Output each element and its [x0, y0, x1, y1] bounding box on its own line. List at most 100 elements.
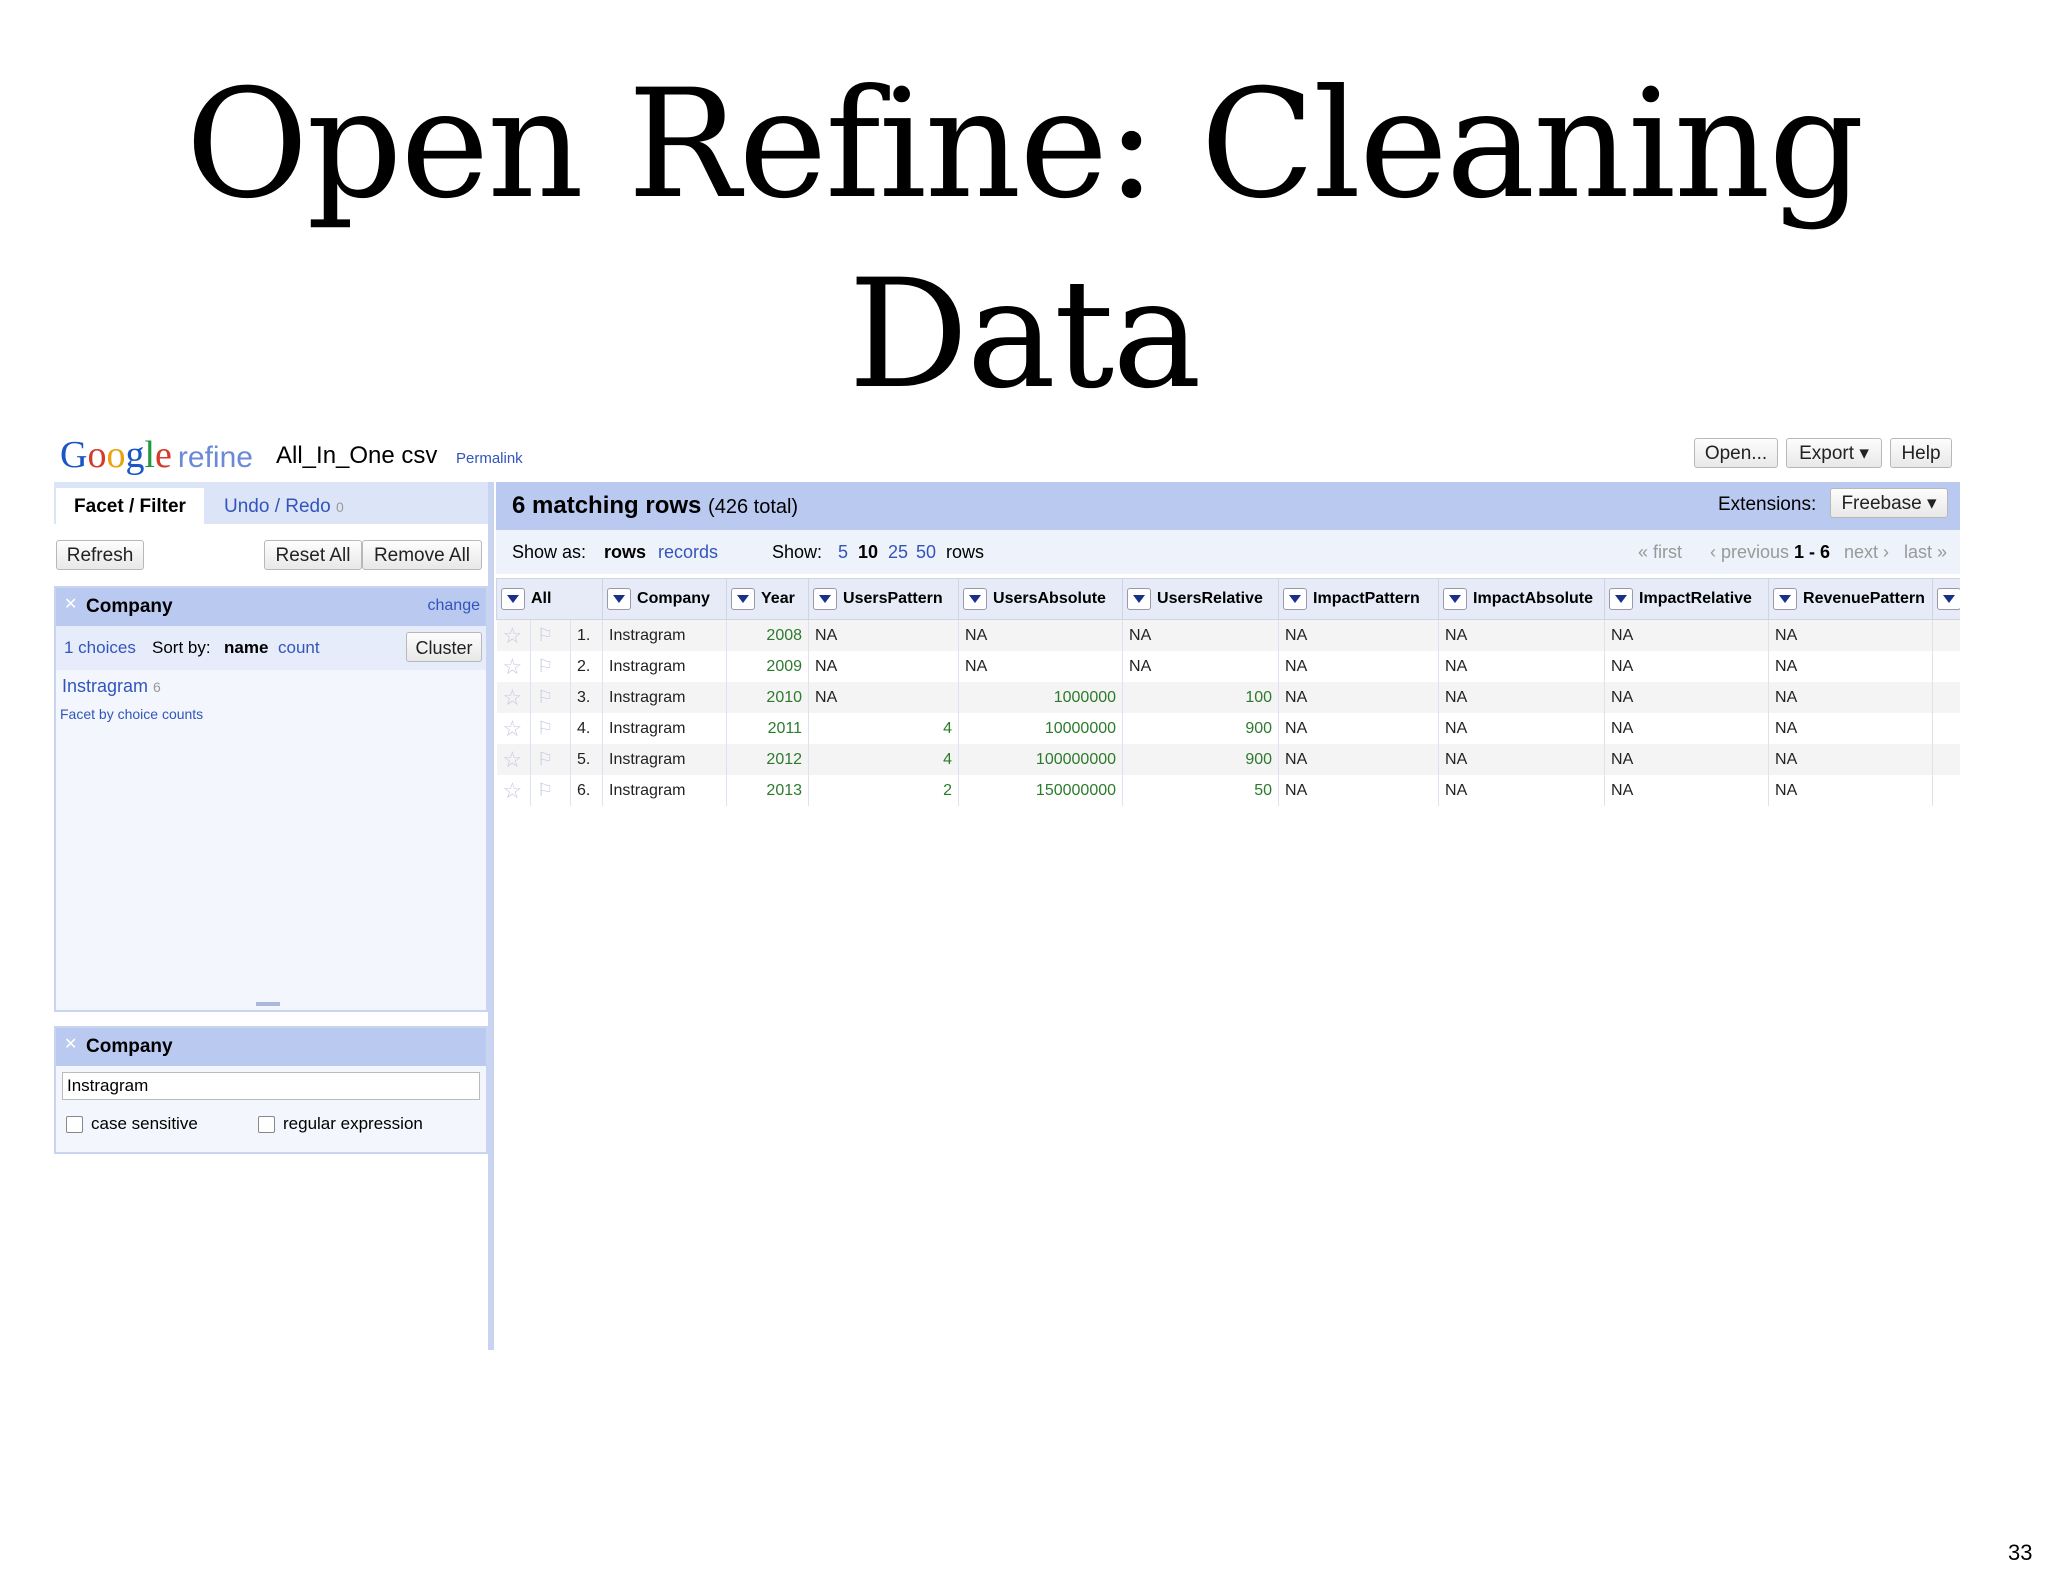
cell-impactabsolute[interactable]: NA [1438, 619, 1606, 651]
cell-impactrelative[interactable]: NA [1604, 713, 1770, 744]
column-menu-icon[interactable] [1283, 588, 1308, 610]
cell-revenuepattern[interactable]: NA [1768, 713, 1934, 744]
column-menu-icon[interactable] [1937, 588, 1960, 610]
reset-all-button[interactable]: Reset All [264, 540, 362, 570]
cell-usersrelative[interactable]: NA [1122, 619, 1280, 651]
cell-company[interactable]: Instragram [602, 651, 728, 682]
cell-impactrelative[interactable]: NA [1604, 619, 1770, 651]
page-size-25[interactable]: 25 [888, 542, 908, 563]
cell-company[interactable]: Instragram [602, 744, 728, 775]
column-menu-icon[interactable] [1443, 588, 1468, 610]
cell-usersrelative[interactable]: NA [1122, 651, 1280, 682]
page-size-50[interactable]: 50 [916, 542, 936, 563]
cell-company[interactable]: Instragram [602, 713, 728, 744]
flag-icon[interactable]: ⚐ [530, 775, 571, 806]
column-header-all[interactable]: All [495, 578, 604, 620]
flag-icon[interactable]: ⚐ [530, 682, 571, 713]
cell-usersabsolute[interactable]: 100000000 [958, 744, 1124, 775]
cell-year[interactable]: 2008 [726, 619, 810, 651]
column-header-usersabsolute[interactable]: UsersAbsolute [958, 578, 1124, 620]
sort-by-name[interactable]: name [224, 638, 268, 658]
cell-year[interactable]: 2009 [726, 651, 810, 682]
cell-year[interactable]: 2010 [726, 682, 810, 713]
column-menu-icon[interactable] [1609, 588, 1634, 610]
page-size-10[interactable]: 10 [858, 542, 878, 563]
column-menu-icon[interactable] [501, 588, 525, 610]
show-as-records[interactable]: records [658, 542, 718, 563]
text-facet-close-icon[interactable]: ✕ [64, 1028, 77, 1062]
cell-usersrelative[interactable]: 100 [1122, 682, 1280, 713]
table-row[interactable]: ☆ ⚐ 1. Instragram 2008 NA NA NA NA NA NA… [496, 619, 1960, 651]
table-row[interactable]: ☆ ⚐ 3. Instragram 2010 NA 1000000 100 NA… [496, 682, 1960, 713]
cell-userspattern[interactable]: NA [808, 651, 960, 682]
column-menu-icon[interactable] [963, 588, 988, 610]
pager-previous[interactable]: ‹ previous [1710, 542, 1789, 563]
flag-icon[interactable]: ⚐ [530, 744, 571, 775]
cell-revenuepattern[interactable]: NA [1768, 775, 1934, 806]
panel-divider[interactable] [488, 482, 494, 1350]
tab-undo-redo[interactable]: Undo / Redo 0 [224, 488, 344, 526]
freebase-button[interactable]: Freebase ▾ [1830, 488, 1948, 518]
cell-impactpattern[interactable]: NA [1278, 651, 1440, 682]
star-icon[interactable]: ☆ [496, 775, 531, 806]
column-header-overflow[interactable] [1932, 578, 1960, 620]
cell-impactpattern[interactable]: NA [1278, 619, 1440, 651]
column-header-usersrelative[interactable]: UsersRelative [1122, 578, 1280, 620]
text-facet-input[interactable] [62, 1072, 480, 1100]
facet-choice-item[interactable]: Instragram 6 [62, 676, 161, 697]
star-icon[interactable]: ☆ [496, 619, 531, 651]
cell-impactpattern[interactable]: NA [1278, 713, 1440, 744]
project-name[interactable]: All_In_One csv [276, 442, 437, 470]
column-header-impactrelative[interactable]: ImpactRelative [1604, 578, 1770, 620]
cell-revenuepattern[interactable]: NA [1768, 651, 1934, 682]
case-sensitive-checkbox[interactable] [66, 1116, 83, 1134]
cell-usersabsolute[interactable]: 1000000 [958, 682, 1124, 713]
help-button[interactable]: Help [1890, 438, 1952, 468]
cell-revenuepattern[interactable]: NA [1768, 744, 1934, 775]
column-menu-icon[interactable] [731, 588, 756, 610]
table-row[interactable]: ☆ ⚐ 2. Instragram 2009 NA NA NA NA NA NA… [496, 651, 1960, 682]
flag-icon[interactable]: ⚐ [530, 713, 571, 744]
permalink-link[interactable]: Permalink [456, 450, 523, 467]
cell-year[interactable]: 2013 [726, 775, 810, 806]
column-menu-icon[interactable] [1127, 588, 1152, 610]
cluster-button[interactable]: Cluster [406, 632, 482, 662]
cell-impactrelative[interactable]: NA [1604, 651, 1770, 682]
resize-handle[interactable] [256, 1002, 280, 1006]
column-header-company[interactable]: Company [602, 578, 728, 620]
cell-usersrelative[interactable]: 50 [1122, 775, 1280, 806]
column-menu-icon[interactable] [607, 588, 632, 610]
cell-revenuepattern[interactable]: NA [1768, 682, 1934, 713]
facet-by-choice-counts-link[interactable]: Facet by choice counts [60, 706, 203, 722]
cell-usersabsolute[interactable]: 10000000 [958, 713, 1124, 744]
column-menu-icon[interactable] [1773, 588, 1798, 610]
refresh-button[interactable]: Refresh [56, 540, 144, 570]
pager-last[interactable]: last » [1904, 542, 1947, 563]
open-button[interactable]: Open... [1694, 438, 1778, 468]
cell-userspattern[interactable]: NA [808, 619, 960, 651]
star-icon[interactable]: ☆ [496, 713, 531, 744]
cell-company[interactable]: Instragram [602, 682, 728, 713]
star-icon[interactable]: ☆ [496, 744, 531, 775]
regular-expression-option[interactable]: regular expression [258, 1114, 423, 1134]
sort-by-count[interactable]: count [278, 638, 320, 658]
cell-year[interactable]: 2012 [726, 744, 810, 775]
cell-impactrelative[interactable]: NA [1604, 682, 1770, 713]
column-menu-icon[interactable] [813, 588, 838, 610]
cell-userspattern[interactable]: NA [808, 682, 960, 713]
facet-close-icon[interactable]: ✕ [64, 588, 77, 622]
cell-usersrelative[interactable]: 900 [1122, 744, 1280, 775]
cell-company[interactable]: Instragram [602, 775, 728, 806]
table-row[interactable]: ☆ ⚐ 4. Instragram 2011 4 10000000 900 NA… [496, 713, 1960, 744]
column-header-impactpattern[interactable]: ImpactPattern [1278, 578, 1440, 620]
cell-impactabsolute[interactable]: NA [1438, 713, 1606, 744]
cell-impactabsolute[interactable]: NA [1438, 651, 1606, 682]
column-header-revenuepattern[interactable]: RevenuePattern [1768, 578, 1934, 620]
cell-impactabsolute[interactable]: NA [1438, 682, 1606, 713]
pager-next[interactable]: next › [1844, 542, 1889, 563]
cell-userspattern[interactable]: 4 [808, 713, 960, 744]
cell-impactpattern[interactable]: NA [1278, 744, 1440, 775]
cell-userspattern[interactable]: 4 [808, 744, 960, 775]
cell-usersabsolute[interactable]: 150000000 [958, 775, 1124, 806]
table-row[interactable]: ☆ ⚐ 5. Instragram 2012 4 100000000 900 N… [496, 744, 1960, 775]
